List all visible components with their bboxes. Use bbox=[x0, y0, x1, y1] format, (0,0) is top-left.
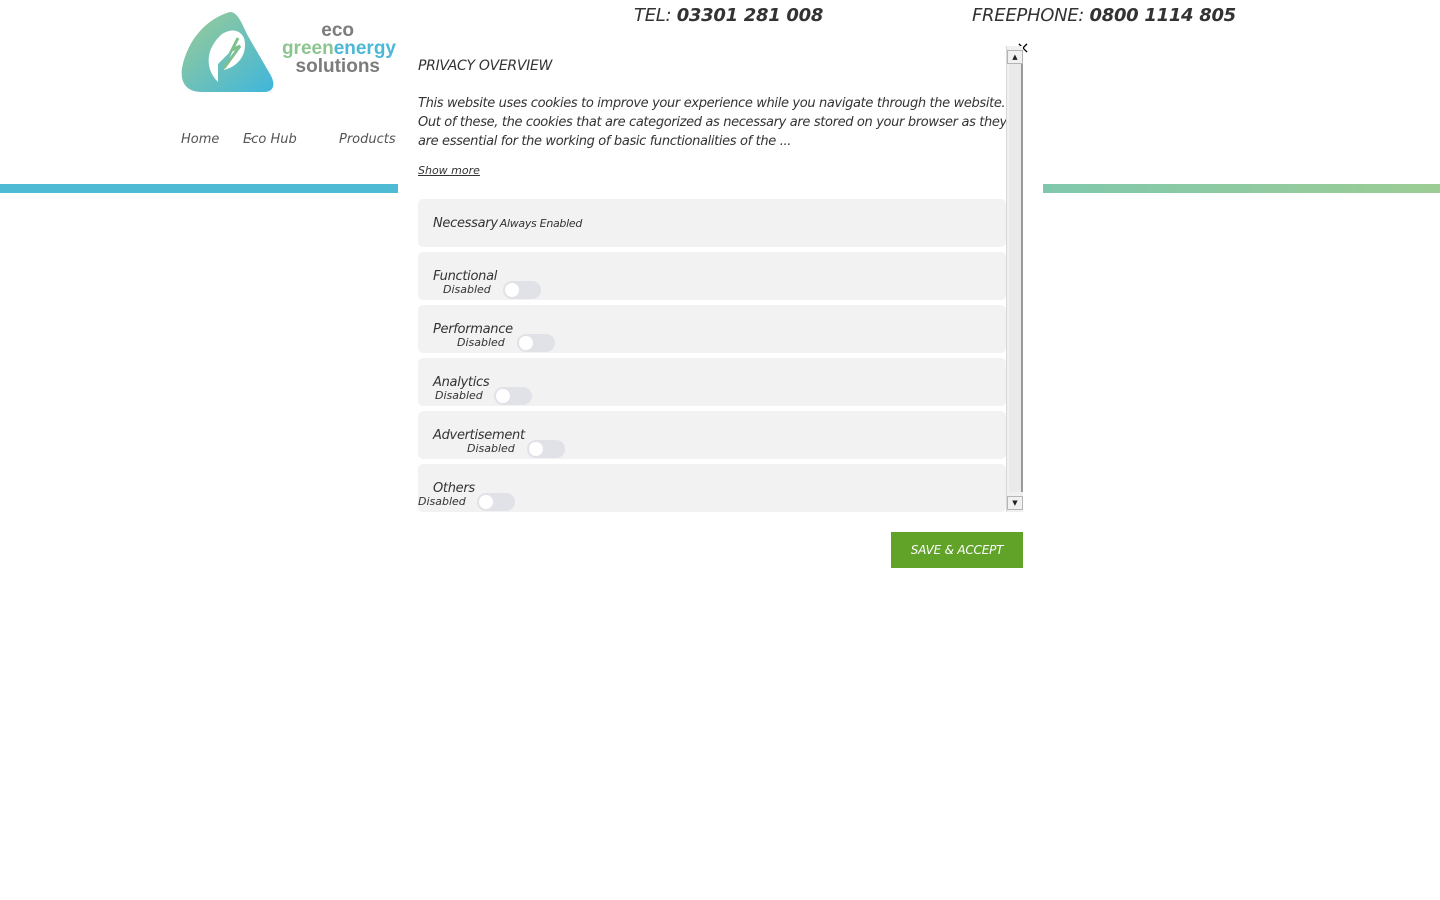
category-advertisement[interactable]: Advertisement Disabled bbox=[418, 411, 1006, 459]
chevron-down-icon: ⌄ bbox=[246, 132, 255, 143]
freephone[interactable]: FREEPHONE: 0800 1114 805 bbox=[972, 5, 1236, 26]
leaf-logo-icon bbox=[181, 12, 274, 92]
nav-item-products[interactable]: Products bbox=[339, 132, 396, 147]
modal-scrollbar[interactable]: ▲ ▼ bbox=[1006, 46, 1023, 512]
category-necessary[interactable]: Necessary Always Enabled bbox=[418, 199, 1006, 247]
category-title: Necessary Always Enabled bbox=[433, 216, 582, 231]
toggle-knob bbox=[496, 389, 510, 403]
header-band-right bbox=[1043, 184, 1440, 193]
nav-item-home[interactable]: Home bbox=[181, 132, 219, 147]
privacy-content: PRIVACY OVERVIEW This website uses cooki… bbox=[416, 46, 1007, 512]
privacy-description: This website uses cookies to improve you… bbox=[418, 96, 1007, 149]
category-analytics[interactable]: Analytics Disabled bbox=[418, 358, 1006, 406]
toggle-knob bbox=[505, 283, 519, 297]
freephone-label: FREEPHONE: bbox=[972, 5, 1085, 26]
scroll-down-icon[interactable]: ▼ bbox=[1007, 496, 1023, 510]
analytics-toggle[interactable] bbox=[494, 387, 532, 405]
advertisement-toggle[interactable] bbox=[527, 440, 565, 458]
logo-text: eco greenenergy solutions bbox=[282, 21, 396, 77]
category-name: Advertisement bbox=[433, 428, 525, 443]
logo-solutions: solutions bbox=[295, 56, 380, 77]
category-functional[interactable]: Functional Disabled bbox=[418, 252, 1006, 300]
category-name: Necessary bbox=[433, 216, 498, 231]
category-status: Disabled bbox=[467, 442, 515, 455]
functional-toggle[interactable] bbox=[503, 281, 541, 299]
toggle-knob bbox=[479, 495, 493, 509]
freephone-number[interactable]: 0800 1114 805 bbox=[1090, 5, 1237, 26]
others-toggle[interactable] bbox=[477, 493, 515, 511]
privacy-title: PRIVACY OVERVIEW bbox=[418, 58, 553, 74]
logo[interactable]: eco greenenergy solutions bbox=[178, 8, 400, 96]
category-name: Performance bbox=[433, 322, 513, 337]
category-status: Disabled bbox=[418, 495, 466, 508]
scroll-up-icon[interactable]: ▲ bbox=[1007, 50, 1023, 64]
show-more-link[interactable]: Show more bbox=[418, 164, 480, 177]
telephone[interactable]: TEL: 03301 281 008 bbox=[634, 5, 823, 26]
save-and-accept-button[interactable]: SAVE & ACCEPT bbox=[891, 532, 1023, 568]
category-status: Disabled bbox=[457, 336, 505, 349]
tel-number[interactable]: 03301 281 008 bbox=[677, 5, 824, 26]
toggle-knob bbox=[519, 336, 533, 350]
category-name: Others bbox=[433, 481, 475, 496]
category-status: Disabled bbox=[443, 283, 491, 296]
category-status: Disabled bbox=[435, 389, 483, 402]
header-band-left bbox=[0, 184, 398, 193]
category-performance[interactable]: Performance Disabled bbox=[418, 305, 1006, 353]
toggle-knob bbox=[529, 442, 543, 456]
tel-label: TEL: bbox=[634, 5, 672, 26]
category-name: Functional bbox=[433, 269, 498, 284]
performance-toggle[interactable] bbox=[517, 334, 555, 352]
always-enabled-label: Always Enabled bbox=[499, 217, 583, 230]
category-name: Analytics bbox=[433, 375, 490, 390]
scrollbar-thumb[interactable] bbox=[1009, 64, 1023, 492]
category-others[interactable]: Others Disabled bbox=[418, 464, 1006, 512]
